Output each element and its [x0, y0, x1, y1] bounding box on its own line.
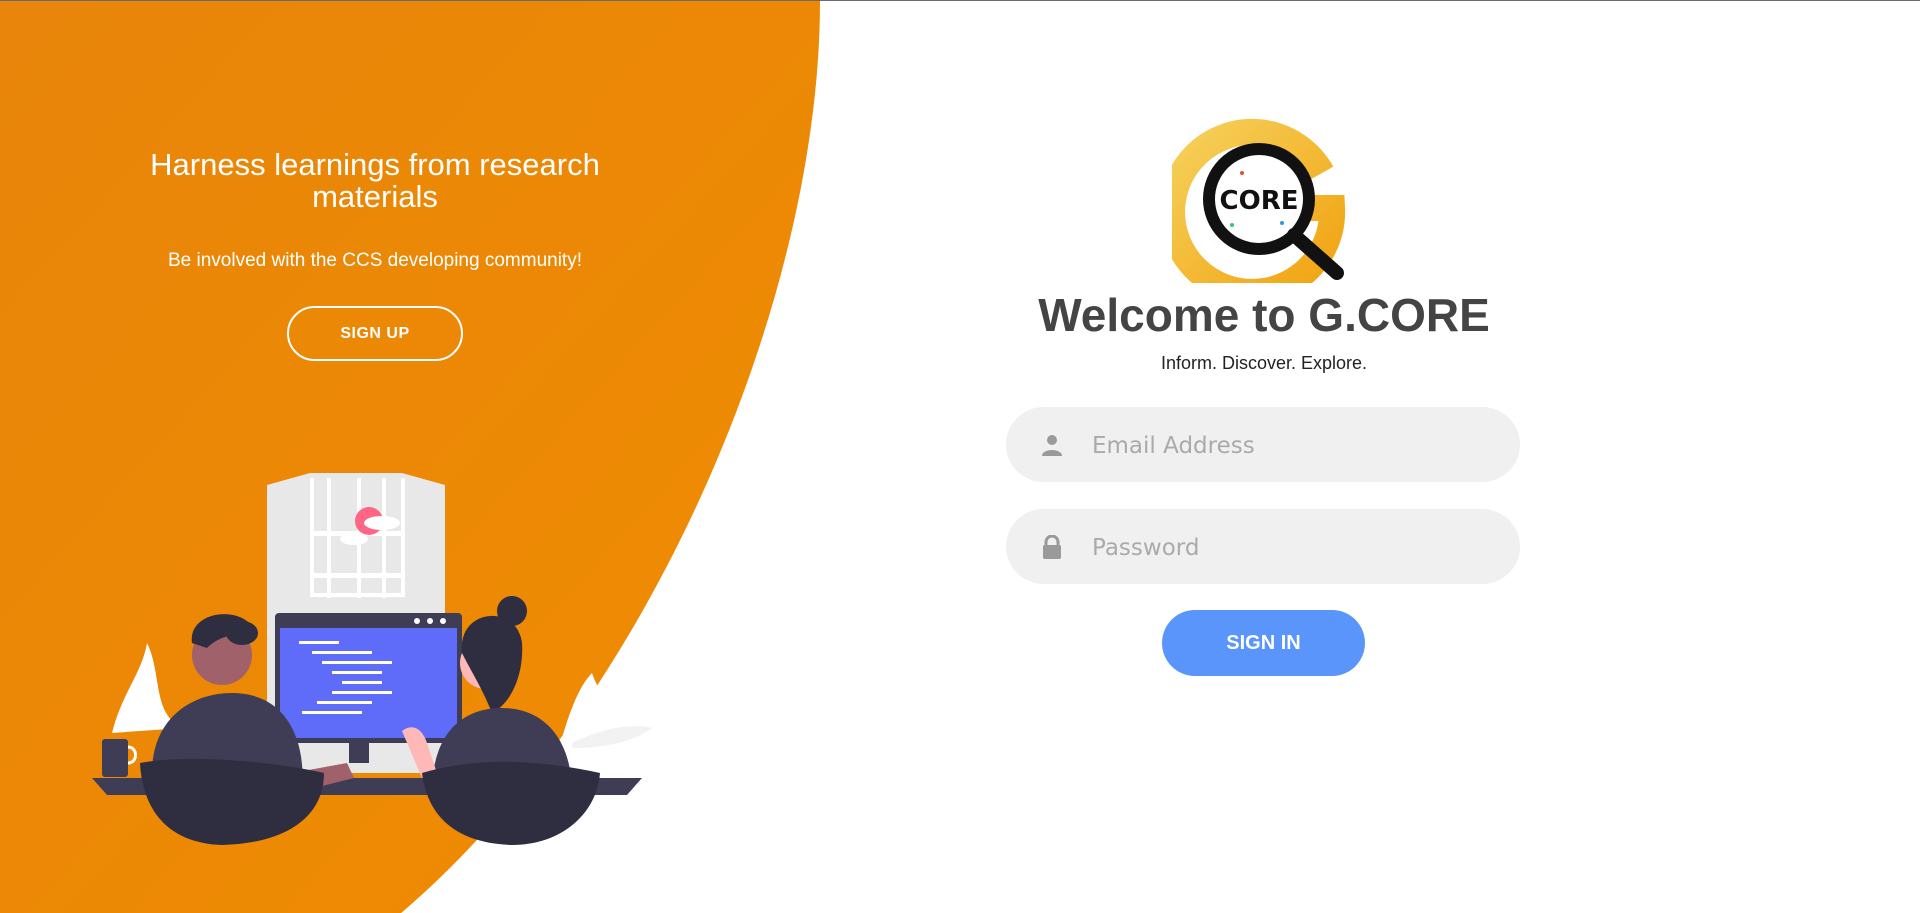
- gcore-logo: CORE: [1172, 118, 1346, 283]
- lock-icon: [1043, 535, 1061, 559]
- user-icon: [1042, 435, 1062, 456]
- promo-subtext: Be involved with the CCS developing comm…: [168, 250, 582, 271]
- welcome-title: Welcome to G.CORE: [1038, 289, 1490, 341]
- signup-promo-panel: Harness learnings from research material…: [0, 1, 750, 913]
- developers-illustration: [92, 473, 652, 845]
- email-input[interactable]: [1090, 407, 1494, 484]
- promo-heading: Harness learnings from research material…: [150, 147, 600, 214]
- sign-in-panel: CORE Welcome to G.CORE Inform. Discover.…: [1000, 1, 1528, 913]
- logo-wordmark: CORE: [1220, 186, 1299, 216]
- sign-up-button[interactable]: SIGN UP: [287, 306, 463, 361]
- sign-in-button[interactable]: SIGN IN: [1162, 610, 1365, 676]
- password-field: [1006, 509, 1520, 586]
- email-field: [1006, 407, 1520, 484]
- tagline: Inform. Discover. Explore.: [1160, 353, 1368, 373]
- promo-content: Harness learnings from research material…: [115, 149, 635, 361]
- login-page: Harness learnings from research material…: [0, 0, 1920, 913]
- password-input[interactable]: [1090, 509, 1494, 586]
